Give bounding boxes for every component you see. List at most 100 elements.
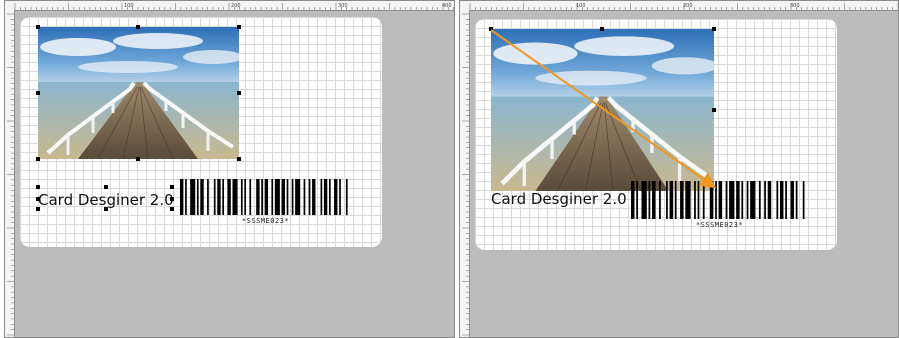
barcode-bar [631, 181, 635, 219]
pier-photo[interactable] [38, 27, 239, 159]
card-title-text[interactable]: Card Desginer 2.0 [491, 190, 627, 208]
barcode[interactable]: *SSSME023* [631, 181, 808, 229]
ruler-label: 100 [124, 3, 134, 9]
horizontal-ruler: 100 200 300 400 [5, 1, 454, 11]
barcode-bar [685, 181, 691, 219]
designer-canvas-before[interactable]: 100 200 300 400 Card Desginer 2.0 *SSSME… [4, 0, 455, 338]
resize-handle[interactable] [36, 197, 40, 201]
ruler-label: 300 [338, 3, 348, 9]
barcode-bar [785, 181, 787, 219]
barcode-bar [666, 181, 668, 219]
resize-handle[interactable] [170, 185, 174, 189]
barcode[interactable]: *SSSME023* [180, 179, 351, 225]
barcode-bar [669, 181, 674, 219]
resize-handle[interactable] [36, 157, 40, 161]
ruler-ticks: 100 200 300 400 [14, 3, 454, 10]
ruler-label: 200 [683, 3, 693, 9]
resize-handle[interactable] [36, 207, 40, 211]
resize-handle[interactable] [170, 207, 174, 211]
barcode-bar [345, 179, 348, 215]
barcode-bar [328, 179, 331, 215]
resize-handle[interactable] [170, 197, 174, 201]
resize-handle[interactable] [36, 25, 40, 29]
barcode-bar [779, 181, 784, 219]
barcode-bar [790, 181, 794, 219]
barcode-bar [709, 181, 714, 219]
barcode-bar [295, 179, 301, 215]
resize-handle[interactable] [237, 91, 241, 95]
pier-image [38, 27, 239, 159]
ruler-label: 100 [576, 3, 586, 9]
pier-photo[interactable] [491, 29, 714, 191]
resize-handle[interactable] [36, 91, 40, 95]
barcode-bar [261, 179, 263, 215]
barcode-bars [631, 181, 805, 219]
barcode-bar [291, 179, 294, 215]
id-card-canvas[interactable]: Card Desginer 2.0 *SSSME023* [475, 19, 837, 250]
resize-handle[interactable] [136, 25, 140, 29]
barcode-bar [213, 179, 216, 215]
barcode-bar [312, 179, 316, 215]
resize-handle[interactable] [36, 185, 40, 189]
barcode-bar [264, 179, 269, 215]
barcode-bar [776, 181, 779, 219]
barcode-bar [725, 181, 728, 219]
designer-canvas-after[interactable]: 100 200 300 Card Desginer 2.0 *SSSME023* [459, 0, 899, 338]
barcode-bar [802, 181, 805, 219]
ruler-ticks [462, 13, 469, 336]
barcode-bar [222, 179, 225, 215]
barcode-caption: *SSSME023* [241, 217, 290, 225]
barcode-bar [758, 181, 761, 219]
barcode-bar [274, 179, 280, 215]
barcode-caption: *SSSME023* [695, 221, 744, 229]
resize-handle[interactable] [136, 157, 140, 161]
resize-handle[interactable] [104, 207, 108, 211]
barcode-bar [271, 179, 274, 215]
barcode-bar [200, 179, 204, 215]
barcode-bar [729, 181, 735, 219]
barcode-bar [320, 179, 323, 215]
barcode-bar [697, 181, 700, 219]
barcode-bar [652, 181, 656, 219]
barcode-bar [256, 179, 260, 215]
ruler-label: 200 [231, 3, 241, 9]
ruler-label: 300 [790, 3, 800, 9]
barcode-bar [764, 181, 766, 219]
resize-handle[interactable] [489, 27, 493, 31]
barcode-bar [767, 181, 772, 219]
barcode-bar [185, 179, 187, 215]
barcode-bar [244, 179, 247, 215]
barcode-bar [303, 179, 306, 215]
barcode-bar [217, 179, 221, 215]
barcode-bar [286, 179, 289, 215]
resize-handle[interactable] [237, 157, 241, 161]
barcode-bar [339, 179, 341, 215]
pier-image [491, 29, 714, 191]
barcode-bar [232, 179, 238, 215]
barcode-bar [196, 179, 199, 215]
resize-handle[interactable] [104, 185, 108, 189]
barcode-bar [207, 179, 209, 215]
barcode-bar [227, 179, 231, 215]
barcode-bar [249, 179, 252, 215]
barcode-bar [746, 181, 749, 219]
barcode-bar [648, 181, 651, 219]
barcode-bar [641, 181, 647, 219]
barcode-bar [736, 181, 740, 219]
barcode-bar [702, 181, 705, 219]
resize-handle[interactable] [712, 27, 716, 31]
resize-handle[interactable] [600, 27, 604, 31]
barcode-bars [180, 179, 348, 215]
ruler-label: 400 [442, 3, 452, 9]
ruler-ticks: 100 200 300 [469, 3, 898, 10]
resize-handle[interactable] [712, 108, 716, 112]
resize-handle[interactable] [237, 25, 241, 29]
barcode-bar [334, 179, 338, 215]
barcode-bar [240, 179, 243, 215]
id-card-canvas[interactable]: Card Desginer 2.0 *SSSME023* [20, 17, 382, 247]
barcode-bar [180, 179, 184, 215]
horizontal-ruler: 100 200 300 [460, 1, 898, 11]
barcode-bar [741, 181, 744, 219]
barcode-bar [659, 181, 661, 219]
vertical-ruler [5, 10, 15, 337]
